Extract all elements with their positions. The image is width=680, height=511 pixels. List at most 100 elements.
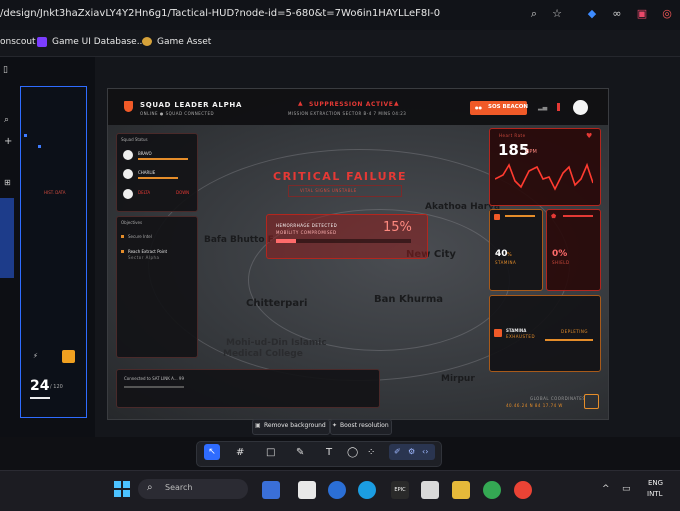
map-label: Chitterpari xyxy=(246,298,308,309)
selected-frame[interactable] xyxy=(20,86,87,418)
calendar-icon[interactable] xyxy=(421,481,439,499)
letter-app-icon[interactable] xyxy=(298,481,316,499)
warning-icon: ▲ xyxy=(394,100,399,107)
epic-games-icon[interactable]: EPIC xyxy=(391,481,409,499)
text-tool-icon[interactable]: T xyxy=(326,447,332,458)
prototype-icon[interactable]: ⚙ xyxy=(408,447,415,456)
language-primary[interactable]: ENG xyxy=(648,479,663,487)
map-label: Medical College xyxy=(223,349,303,359)
hemorrhage-percent: 15% xyxy=(383,220,412,235)
database-icon xyxy=(37,37,47,47)
hemorrhage-label: HEMORRHAGE DETECTED xyxy=(276,223,338,228)
stamina-label: STAMINA xyxy=(506,328,527,333)
search-icon[interactable]: ⌕ xyxy=(4,115,9,125)
ammo-total: / 120 xyxy=(50,384,63,390)
game-asset-icon xyxy=(142,37,152,46)
coords-title: GLOBAL COORDINATES xyxy=(530,396,586,401)
squad-sub: ONLINE ● SQUAD CONNECTED xyxy=(140,111,215,116)
lightning-icon: ⚡ xyxy=(33,352,38,360)
comment-tool-icon[interactable]: ◯ xyxy=(347,447,358,458)
stat1-value: 40 xyxy=(495,249,508,259)
frame-thumbnail[interactable] xyxy=(0,198,14,278)
frame-tool-icon[interactable]: # xyxy=(236,447,244,458)
bookmark-game-asset[interactable]: Game Asset xyxy=(157,37,211,47)
bookmark-game-ui-database[interactable]: Game UI Database... xyxy=(52,37,145,47)
compass-button[interactable] xyxy=(584,394,599,409)
stamina-icon xyxy=(494,214,500,220)
map-label: Mohi-ud-Din Islamic xyxy=(226,338,327,348)
photos-app-icon[interactable] xyxy=(262,481,280,499)
objective-text: Secure Intel xyxy=(128,234,152,239)
edge-icon[interactable] xyxy=(358,481,376,499)
selection-handle[interactable] xyxy=(38,145,41,148)
move-tool-icon[interactable]: ↖ xyxy=(204,444,220,460)
pen-tool-icon[interactable]: ✎ xyxy=(296,447,304,458)
stat1-label: STAMINA xyxy=(495,260,517,265)
file-explorer-icon[interactable] xyxy=(452,481,470,499)
battery-status-icon[interactable]: ▭ xyxy=(622,484,631,494)
grid-icon[interactable]: ⊞ xyxy=(4,178,11,187)
bookmark-onscout[interactable]: onscout xyxy=(0,37,36,47)
draw-mode-icon[interactable]: ✐ xyxy=(394,447,401,456)
stamina-value: EXHAUSTED xyxy=(506,334,536,339)
signal-icon: ▂▄ xyxy=(538,104,548,111)
language-secondary[interactable]: INTL xyxy=(647,490,662,498)
taskbar-search[interactable] xyxy=(138,479,248,499)
chevron-up-icon[interactable]: ^ xyxy=(602,484,610,494)
grenade-icon xyxy=(62,350,75,363)
remove-background-label: Remove background xyxy=(264,422,326,429)
critical-title: CRITICAL FAILURE xyxy=(273,170,408,183)
ammo-bar xyxy=(30,397,50,399)
objective-marker xyxy=(121,250,124,253)
member-avatar xyxy=(123,189,133,199)
heart-label: Heart Rate xyxy=(499,133,526,138)
panel-toggle-icon[interactable]: ▯ xyxy=(3,65,8,75)
shield-stat-icon: ⬟ xyxy=(551,213,557,220)
boost-resolution-label: Boost resolution xyxy=(340,422,389,429)
map-label: Ban Khurma xyxy=(374,294,444,305)
coords-value: 40.46.24 N 84 17.74 W xyxy=(506,403,563,408)
hemorrhage-sub: MOBILITY COMPROMISED xyxy=(276,230,337,235)
shape-tool-icon[interactable]: □ xyxy=(266,447,275,458)
stat2-value: 0% xyxy=(552,249,568,259)
link-icon[interactable]: ∞ xyxy=(611,8,623,20)
map-label: Mirpur xyxy=(441,374,475,384)
warning-icon: ▲ xyxy=(298,100,303,107)
heart-icon: ♥ xyxy=(586,132,593,140)
zoom-icon[interactable]: ⌕ xyxy=(528,8,540,20)
url-text[interactable]: /design/Jnkt3haZxiavLY4Y2Hn6g1/Tactical-… xyxy=(0,8,440,19)
add-icon[interactable]: + xyxy=(4,136,12,147)
ammo-count: 24 xyxy=(30,378,50,394)
chrome-profile-icon[interactable] xyxy=(514,481,532,499)
stamina-panel-icon xyxy=(494,329,502,337)
windows-start-icon[interactable] xyxy=(114,481,130,497)
comms-panel xyxy=(116,369,380,408)
avatar[interactable] xyxy=(573,100,588,115)
code-icon[interactable]: ‹› xyxy=(422,447,428,456)
sos-label: SOS BEACON xyxy=(488,104,529,110)
objective-text: Reach Extract Point xyxy=(128,249,168,254)
extension-icon[interactable]: ◆ xyxy=(586,8,598,20)
map-label: Bafa Bhutto F xyxy=(204,235,274,245)
comms-line xyxy=(124,386,184,388)
alert-title: SUPPRESSION ACTIVE xyxy=(309,101,394,108)
member-name: DELTA xyxy=(138,190,151,195)
member-health-bar xyxy=(138,177,178,179)
frame-small-text: HIST. DATA xyxy=(44,190,66,195)
alert-sub: MISSION EXTRACTION SECTOR B-4 7 MINS 04:… xyxy=(288,111,407,116)
chat-app-icon[interactable] xyxy=(328,481,346,499)
squad-title: SQUAD LEADER ALPHA xyxy=(140,101,243,109)
tactical-hud-frame[interactable]: Akathoa Harya Bafa Bhutto F New City Chi… xyxy=(107,88,609,420)
instagram-icon[interactable]: ▣ xyxy=(636,8,648,20)
profile-icon[interactable]: ◎ xyxy=(661,8,673,20)
objective-marker xyxy=(121,235,124,238)
stat1-unit: % xyxy=(507,252,512,258)
components-tool-icon[interactable]: ⁘ xyxy=(367,447,375,458)
bookmark-star-icon[interactable]: ☆ xyxy=(551,8,563,20)
objectives-title: Objectives xyxy=(121,220,143,225)
chrome-icon[interactable] xyxy=(483,481,501,499)
selection-handle[interactable] xyxy=(24,134,27,137)
search-icon: ⌕ xyxy=(147,482,153,493)
sparkle-icon: ✦ xyxy=(332,422,338,429)
address-bar: /design/Jnkt3haZxiavLY4Y2Hn6g1/Tactical-… xyxy=(0,0,680,30)
